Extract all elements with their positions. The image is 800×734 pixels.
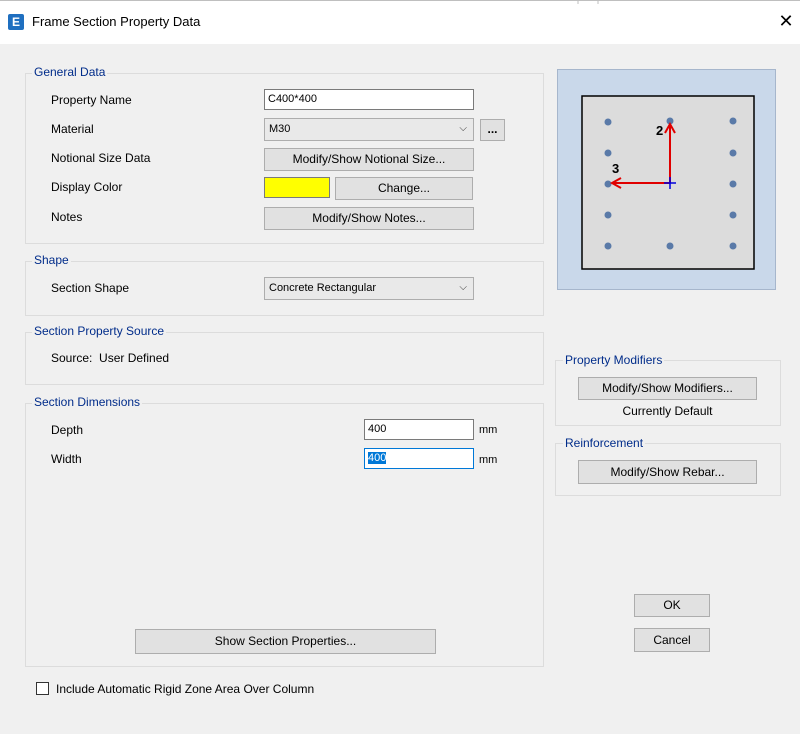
display-color-label: Display Color: [51, 180, 123, 194]
rigid-zone-label[interactable]: Include Automatic Rigid Zone Area Over C…: [56, 682, 314, 696]
shape-heading: Shape: [32, 253, 71, 267]
app-logo-icon: E: [8, 14, 24, 30]
width-input[interactable]: 400: [364, 448, 474, 469]
display-color-swatch: [264, 177, 330, 198]
property-modifiers-heading: Property Modifiers: [563, 353, 665, 367]
modifiers-status: Currently Default: [622, 404, 713, 418]
general-data-heading: General Data: [32, 65, 108, 79]
rigid-zone-checkbox[interactable]: [36, 682, 49, 695]
notes-label: Notes: [51, 210, 83, 224]
source-text: Source: User Defined: [51, 351, 170, 365]
window-title: Frame Section Property Data: [32, 14, 201, 29]
material-label: Material: [51, 122, 94, 136]
width-label: Width: [51, 452, 82, 466]
section-dimensions-group: [25, 403, 544, 667]
material-more-button[interactable]: ...: [480, 119, 505, 141]
chevron-down-icon: ⌵: [459, 123, 467, 134]
depth-label: Depth: [51, 423, 84, 437]
modify-modifiers-button[interactable]: Modify/Show Modifiers...: [578, 377, 757, 400]
cancel-button[interactable]: Cancel: [634, 628, 710, 652]
axis-3-label: 3: [612, 161, 619, 176]
width-unit: mm: [479, 454, 498, 466]
section-dimensions-heading: Section Dimensions: [32, 395, 143, 409]
section-preview: 2 3: [557, 69, 776, 290]
section-drawing: 2 3: [581, 95, 755, 270]
reinforcement-heading: Reinforcement: [563, 436, 646, 450]
material-value: M30: [269, 123, 291, 135]
property-name-input[interactable]: C400*400: [264, 89, 474, 110]
show-section-properties-button[interactable]: Show Section Properties...: [135, 629, 436, 654]
axis-2-label: 2: [656, 123, 663, 138]
section-shape-value: Concrete Rectangular: [269, 282, 377, 294]
notional-size-button[interactable]: Modify/Show Notional Size...: [264, 148, 474, 171]
chevron-down-icon: ⌵: [459, 282, 467, 293]
modify-rebar-button[interactable]: Modify/Show Rebar...: [578, 460, 757, 484]
depth-unit: mm: [479, 424, 498, 436]
width-value-selected: 400: [368, 452, 387, 464]
section-shape-select[interactable]: Concrete Rectangular ⌵: [264, 277, 474, 300]
close-icon[interactable]: ✕: [776, 12, 796, 32]
background-window-edge: [0, 0, 800, 4]
change-color-button[interactable]: Change...: [335, 177, 473, 200]
notional-size-label: Notional Size Data: [51, 151, 151, 165]
ok-button[interactable]: OK: [634, 594, 710, 617]
section-shape-label: Section Shape: [51, 281, 130, 295]
property-name-label: Property Name: [51, 93, 132, 107]
section-property-source-heading: Section Property Source: [32, 324, 167, 338]
depth-input[interactable]: 400: [364, 419, 474, 440]
material-select[interactable]: M30 ⌵: [264, 118, 474, 141]
notes-button[interactable]: Modify/Show Notes...: [264, 207, 474, 230]
